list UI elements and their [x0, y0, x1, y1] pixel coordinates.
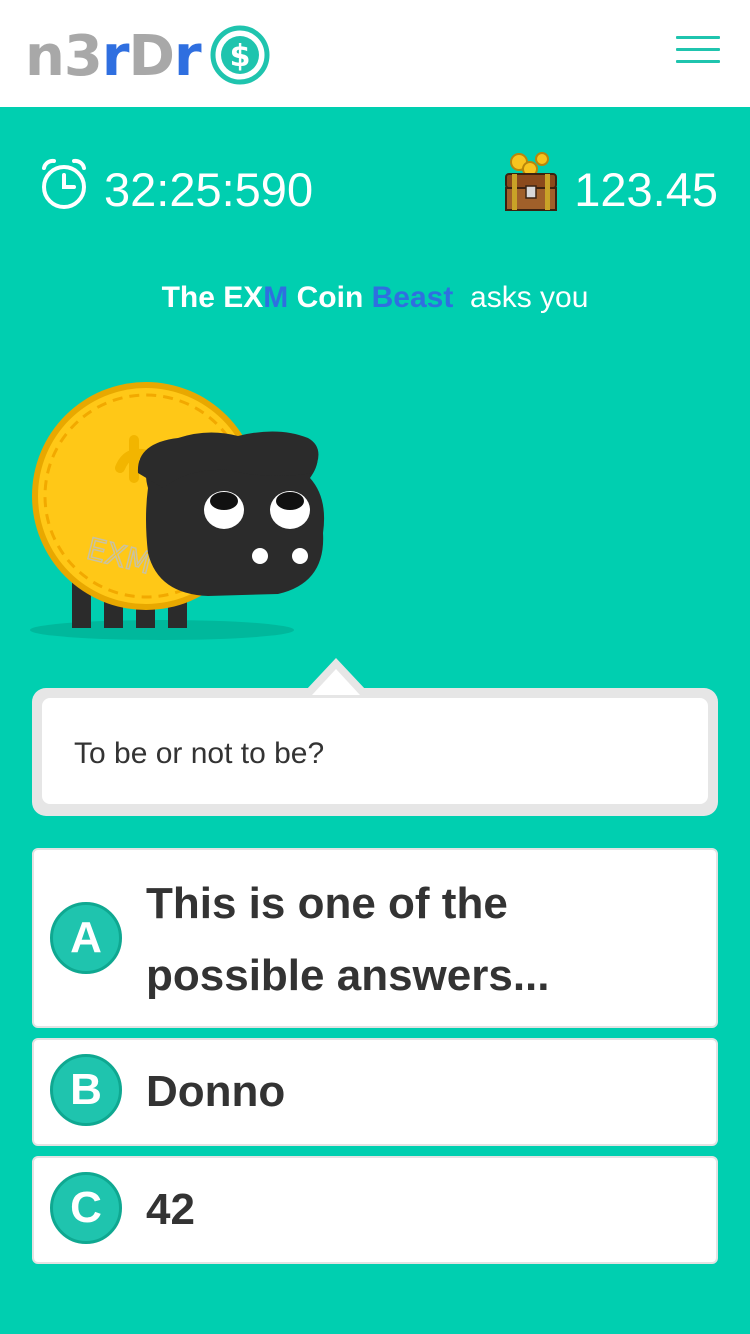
- countdown-timer: 32:25:590: [104, 163, 314, 216]
- answer-option-b[interactable]: B Donno: [32, 1038, 718, 1146]
- svg-text:$: $: [230, 39, 251, 74]
- answer-text-a-line1: This is one of the: [146, 879, 508, 928]
- answer-text-c: 42: [146, 1185, 195, 1234]
- answer-text-a-line2: possible answers...: [146, 951, 550, 1000]
- alarm-clock-icon: [42, 158, 86, 209]
- hamburger-menu-icon[interactable]: [676, 36, 720, 68]
- coin-balance: 123.45: [574, 163, 718, 216]
- answer-text-b: Donno: [146, 1067, 286, 1116]
- logo-part-n3: n3: [25, 24, 103, 89]
- bubble-tail-inner: [312, 669, 360, 695]
- prompt-line: The EXM Coin Beast asks you: [0, 278, 750, 318]
- treasure-chest-icon: [505, 152, 557, 211]
- logo-part-r: r: [101, 24, 130, 89]
- logo-part-r2: r: [173, 24, 202, 89]
- app-logo[interactable]: n3rDr: [25, 22, 202, 92]
- answer-option-c[interactable]: C 42: [32, 1156, 718, 1264]
- coin-beast-illustration: EXM: [30, 382, 325, 640]
- logo-part-d: D: [128, 24, 174, 89]
- prompt-the-ex: The EX: [161, 281, 264, 314]
- answer-letter-a: A: [50, 902, 122, 974]
- answer-option-a[interactable]: A This is one of the possible answers...: [32, 848, 718, 1028]
- answer-letter-b: B: [50, 1054, 122, 1126]
- answer-letter-c: C: [50, 1172, 122, 1244]
- prompt-coin: Coin: [296, 281, 364, 314]
- prompt-beast: Beast: [371, 281, 454, 314]
- dollar-coin-icon: $: [210, 25, 270, 85]
- prompt-asks-you: asks you: [470, 281, 589, 314]
- prompt-m: M: [263, 281, 289, 314]
- question-text: To be or not to be?: [74, 737, 325, 770]
- app-header: n3rDr $: [0, 0, 750, 107]
